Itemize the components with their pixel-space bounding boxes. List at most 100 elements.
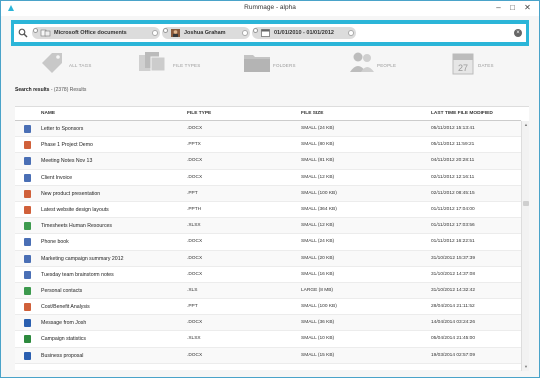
table-row[interactable]: Tuesday team brainstorm notes .DOCX SMALL … (15, 267, 521, 283)
minimize-button[interactable]: – (492, 2, 505, 14)
scroll-up-icon[interactable]: ▲ (523, 122, 529, 128)
file-size: SMALL (80 KB) (301, 142, 335, 148)
table-row[interactable]: Letter to Sponsors .DOCX SMALL (24 KB) 05/1… (15, 121, 521, 138)
file-type: .PPT (187, 190, 198, 196)
file-name: Timesheets Human Resources (41, 223, 113, 230)
file-size: SMALL (24 KB) (301, 239, 335, 245)
word-icon (24, 254, 31, 263)
file-size: SMALL (36 KB) (301, 320, 335, 326)
table-row[interactable]: Message from Josh .DOCX SMALL (36 KB) 14/04… (15, 315, 521, 332)
table-row[interactable]: Latest website design layouts .PPTH SMALL … (15, 202, 521, 219)
file-types-icon (139, 52, 166, 72)
chip-dropdown-icon[interactable] (152, 30, 158, 36)
table-row[interactable]: Business proposal .DOCX SMALL (15 KB) 19/03… (15, 347, 521, 364)
word-icon (24, 173, 31, 182)
chip-remove-icon[interactable] (163, 28, 168, 33)
file-type: .PPT (187, 304, 198, 310)
table-row[interactable]: Phase 1 Project Demo .PPTX SMALL (80 KB) 05… (15, 137, 521, 154)
app-window: Rummage - alpha – □ ✕ Microsoft Office d… (0, 0, 540, 378)
filter-chip-person[interactable]: Joshua Graham (162, 27, 250, 39)
file-type: .DOCX (187, 255, 203, 261)
office-docs-icon (40, 29, 51, 37)
file-type: .DOCX (187, 158, 203, 164)
table-row[interactable]: Client Invoice .DOCX SMALL (12 KB) 02/11/20… (15, 170, 521, 186)
column-header-last-modified[interactable]: LAST TIME FILE MODIFIED (431, 111, 493, 116)
word-icon (24, 125, 31, 133)
vertical-scrollbar[interactable]: ▲ ▼ (521, 121, 529, 371)
word-icon (24, 270, 31, 279)
word-icon (24, 319, 31, 328)
facet-label: PEOPLE (377, 63, 397, 68)
file-size: SMALL (24 KB) (301, 126, 335, 131)
table-row[interactable]: Campaign statistics .XLSX SMALL (10 KB) 05/… (15, 331, 521, 348)
file-size: SMALL (12 KB) (301, 174, 335, 180)
chip-remove-icon[interactable] (253, 28, 258, 33)
word-icon (24, 351, 31, 360)
facet-label: FOLDERS (273, 63, 296, 68)
filter-chip-date-range[interactable]: 01/01/2010 - 01/01/2012 (252, 27, 356, 39)
file-name: Phone book (41, 239, 69, 246)
tag-icon (42, 53, 62, 73)
excel-icon (24, 222, 31, 231)
file-name: Letter to Sponsors (41, 126, 84, 132)
column-header-name[interactable]: NAME (41, 111, 55, 116)
file-size: SMALL (81 KB) (301, 158, 335, 164)
facet-label: FILE TYPES (173, 63, 201, 68)
chip-label: Microsoft Office documents (54, 30, 127, 36)
chip-dropdown-icon[interactable] (348, 30, 354, 36)
file-type: .DOCX (187, 239, 203, 245)
scroll-down-icon[interactable]: ▼ (523, 364, 529, 370)
file-name: Phase 1 Project Demo (41, 142, 93, 149)
window-title: Rummage - alpha (244, 4, 296, 11)
file-type: .DOCX (187, 352, 203, 358)
results-title: Search results (15, 87, 50, 93)
file-type: .XLSX (187, 336, 201, 342)
table-row[interactable]: Phone book .DOCX SMALL (24 KB) 01/11/2012 1… (15, 234, 521, 251)
file-type: .PPTH (187, 206, 202, 212)
file-type: .DOCX (187, 126, 203, 131)
table-row[interactable]: Cost/Benefit Analysis .PPT SMALL (100 KB) 2… (15, 299, 521, 316)
excel-icon (24, 286, 31, 295)
maximize-button[interactable]: □ (506, 2, 519, 14)
file-modified: 14/04/2014 03:24:26 (431, 320, 476, 326)
chip-label: Joshua Graham (184, 30, 226, 36)
powerpoint-icon (24, 189, 31, 198)
table-row[interactable]: Marketing campaign summary 2012 .DOCX SMAL… (15, 250, 521, 267)
file-name: Cost/Benefit Analysis (41, 304, 90, 311)
file-modified: 02/11/2012 12:16:11 (431, 174, 475, 180)
file-name: New product presentation (41, 190, 101, 197)
file-name: Client Invoice (41, 174, 73, 181)
table-row[interactable]: New product presentation .PPT SMALL (100 K… (15, 185, 521, 202)
results-summary: Search results - (2378) Results (15, 87, 529, 97)
search-input[interactable]: Microsoft Office documents Joshua Graham (14, 24, 526, 42)
filter-chip-document-type[interactable]: Microsoft Office documents (32, 27, 160, 39)
close-window-button[interactable]: ✕ (521, 2, 534, 14)
chip-dropdown-icon[interactable] (242, 30, 248, 36)
table-header: NAME FILE TYPE FILE SIZE LAST TIME FILE … (15, 107, 521, 121)
file-modified: 01/11/2012 16:22:51 (431, 239, 475, 245)
table-row[interactable]: Meeting Notes Nov 13 .DOCX SMALL (81 KB) 04… (15, 153, 521, 170)
search-bar: Microsoft Office documents Joshua Graham (11, 20, 529, 46)
file-name: Meeting Notes Nov 13 (41, 158, 93, 165)
file-type: .XLS (187, 287, 198, 293)
excel-icon (24, 335, 31, 344)
column-header-file-type[interactable]: FILE TYPE (187, 111, 211, 116)
table-row[interactable]: Timesheets Human Resources .XLSX SMALL (12… (15, 218, 521, 235)
file-modified: 04/11/2012 20:28:11 (431, 158, 475, 164)
calendar-icon (261, 29, 270, 37)
title-bar: Rummage - alpha – □ ✕ (1, 1, 539, 16)
file-modified: 19/03/2014 02:57:09 (431, 352, 476, 358)
file-modified: 31/10/2012 14:32:42 (431, 287, 476, 293)
file-size: SMALL (12 KB) (301, 223, 335, 229)
scroll-thumb[interactable] (523, 201, 529, 206)
column-header-file-size[interactable]: FILE SIZE (301, 111, 323, 116)
file-size: LARGE (8 MB) (301, 287, 333, 293)
file-type: .DOCX (187, 174, 203, 180)
table-row[interactable]: Personal contacts .XLS LARGE (8 MB) 31/10/2… (15, 282, 521, 300)
word-icon (24, 157, 31, 166)
clear-search-button[interactable]: × (514, 29, 522, 37)
table-body: Letter to Sponsors .DOCX SMALL (24 KB) 05/1… (15, 121, 521, 364)
results-count: - (2378) Results (50, 87, 87, 93)
file-modified: 31/10/2012 15:37:39 (431, 255, 476, 261)
chip-remove-icon[interactable] (33, 28, 38, 33)
